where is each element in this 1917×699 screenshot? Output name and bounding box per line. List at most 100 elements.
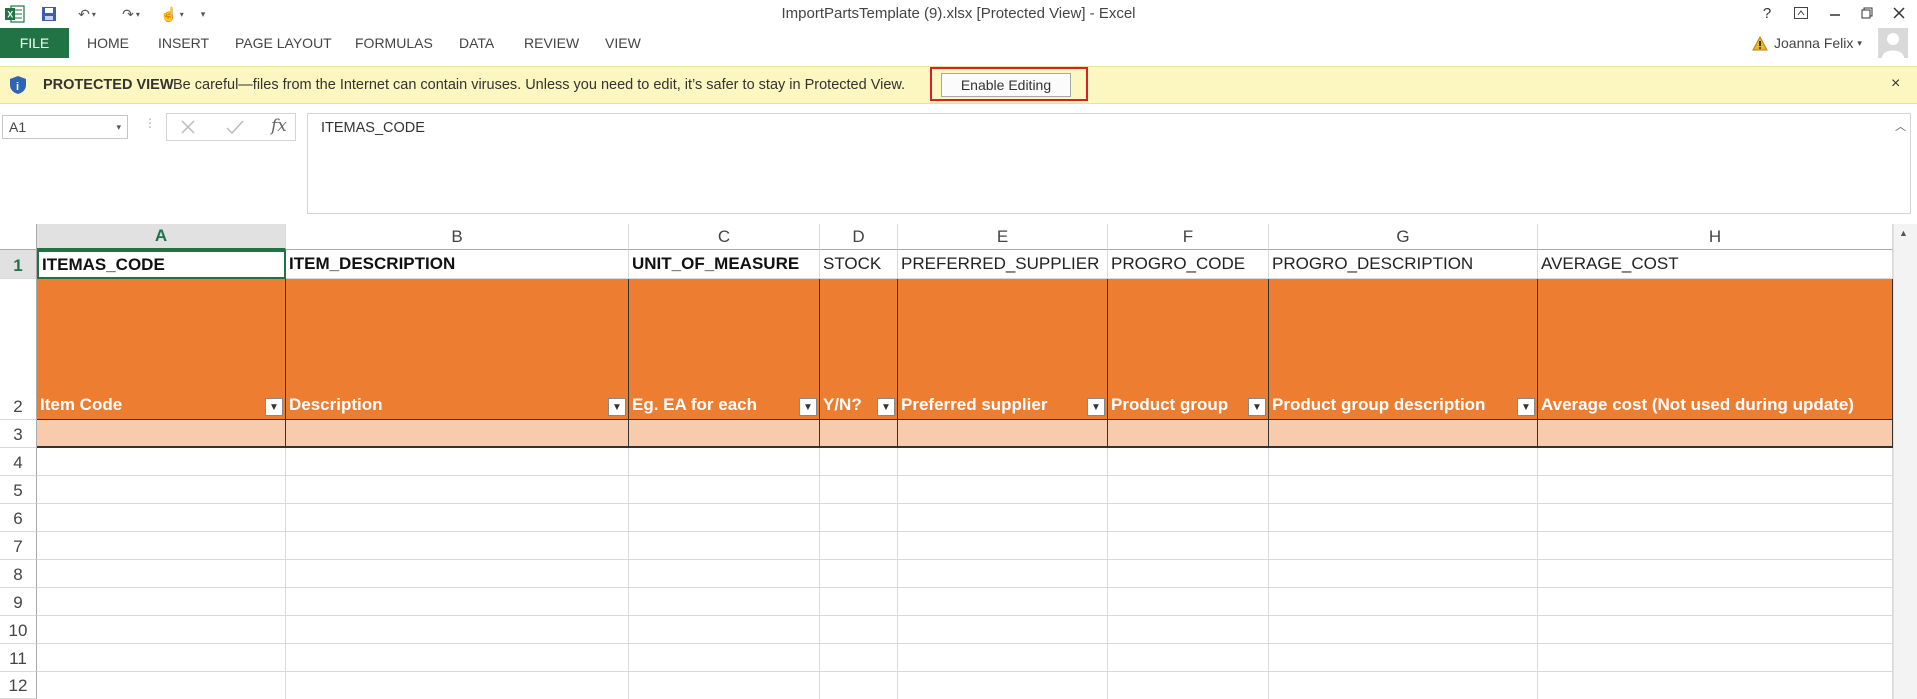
tab-home[interactable]: HOME — [87, 28, 129, 58]
empty-cells-area[interactable] — [37, 448, 1893, 699]
cell-a3[interactable] — [37, 420, 286, 448]
column-header-c[interactable]: C — [629, 224, 820, 250]
tab-page-layout[interactable]: PAGE LAYOUT — [235, 28, 332, 58]
row-header[interactable]: 3 — [0, 420, 37, 448]
cell-b2[interactable]: Description ▼ — [286, 279, 629, 420]
cell-e2[interactable]: Preferred supplier ▼ — [898, 279, 1108, 420]
row-header[interactable]: 12 — [0, 672, 37, 699]
worksheet-grid[interactable]: A B C D E F G H 1 2 3 4 5 6 7 8 9 10 11 … — [0, 224, 1917, 699]
cell-label: Preferred supplier — [901, 395, 1048, 414]
scroll-up-icon[interactable]: ▲ — [1899, 228, 1908, 238]
row-header[interactable]: 5 — [0, 476, 37, 504]
filter-dropdown-icon[interactable]: ▼ — [877, 398, 895, 416]
cell-label: Y/N? — [823, 395, 862, 414]
cell-a1[interactable]: ITEMAS_CODE — [37, 250, 286, 279]
row-header[interactable]: 4 — [0, 448, 37, 476]
cell-g3[interactable] — [1269, 420, 1538, 448]
cell-h1[interactable]: AVERAGE_COST — [1538, 250, 1893, 279]
row-header[interactable]: 8 — [0, 560, 37, 588]
cell-g2[interactable]: Product group description ▼ — [1269, 279, 1538, 420]
cell-e1[interactable]: PREFERRED_SUPPLIER — [898, 250, 1108, 279]
svg-text:i: i — [16, 81, 19, 93]
cell-label: Product group description — [1272, 395, 1486, 414]
cell-a2[interactable]: Item Code ▼ — [37, 279, 286, 420]
row-header[interactable]: 1 — [0, 250, 37, 279]
chevron-down-icon: ▾ — [1857, 37, 1862, 48]
window-title: ImportPartsTemplate (9).xlsx [Protected … — [781, 5, 1136, 22]
column-header-a[interactable]: A — [37, 224, 286, 250]
vertical-scrollbar[interactable]: ▲ — [1893, 224, 1917, 699]
cell-d1[interactable]: STOCK — [820, 250, 898, 279]
column-header-f[interactable]: F — [1108, 224, 1269, 250]
cell-b1[interactable]: ITEM_DESCRIPTION — [286, 250, 629, 279]
cell-c3[interactable] — [629, 420, 820, 448]
tab-view[interactable]: VIEW — [605, 28, 641, 58]
user-name: Joanna Felix — [1774, 35, 1854, 51]
column-header-g[interactable]: G — [1269, 224, 1538, 250]
select-all-corner[interactable] — [0, 224, 37, 250]
column-header-d[interactable]: D — [820, 224, 898, 250]
ribbon-display-options-icon[interactable] — [1788, 2, 1814, 24]
cell-d3[interactable] — [820, 420, 898, 448]
insert-function-icon[interactable]: fx — [271, 116, 287, 136]
cell-f1[interactable]: PROGRO_CODE — [1108, 250, 1269, 279]
formula-content: ITEMAS_CODE — [321, 120, 425, 136]
cell-b3[interactable] — [286, 420, 629, 448]
cell-d2[interactable]: Y/N? ▼ — [820, 279, 898, 420]
name-box[interactable]: A1 ▾ — [2, 115, 128, 139]
cell-h2[interactable]: Average cost (Not used during update) — [1538, 279, 1893, 420]
help-button[interactable]: ? — [1754, 2, 1780, 24]
avatar[interactable] — [1878, 28, 1908, 58]
chevron-down-icon[interactable]: ▾ — [116, 116, 121, 138]
row-header[interactable]: 11 — [0, 644, 37, 672]
protected-view-message: Be careful—files from the Internet can c… — [173, 77, 906, 93]
cell-label: Description — [289, 395, 383, 414]
column-header-h[interactable]: H — [1538, 224, 1893, 250]
cell-label: Eg. EA for each — [632, 395, 758, 414]
enter-check-icon[interactable] — [225, 118, 245, 139]
cell-c2[interactable]: Eg. EA for each ▼ — [629, 279, 820, 420]
cell-label: Item Code — [40, 395, 123, 414]
tab-review[interactable]: REVIEW — [524, 28, 579, 58]
shield-icon: i — [8, 75, 28, 98]
tab-file[interactable]: FILE — [0, 28, 69, 58]
warning-icon — [1752, 28, 1768, 58]
cell-c1[interactable]: UNIT_OF_MEASURE — [629, 250, 820, 279]
protected-view-heading: PROTECTED VIEW — [43, 77, 174, 93]
row-header[interactable]: 7 — [0, 532, 37, 560]
cancel-icon[interactable] — [179, 118, 197, 139]
restore-icon[interactable] — [1854, 2, 1880, 24]
column-header-b[interactable]: B — [286, 224, 629, 250]
enable-editing-button[interactable]: Enable Editing — [941, 73, 1071, 97]
filter-dropdown-icon[interactable]: ▼ — [799, 398, 817, 416]
row-header[interactable]: 9 — [0, 588, 37, 616]
ribbon-tabs: FILE HOME INSERT PAGE LAYOUT FORMULAS DA… — [0, 28, 1917, 66]
row-header[interactable]: 6 — [0, 504, 37, 532]
row-header[interactable]: 2 — [0, 279, 37, 420]
column-header-e[interactable]: E — [898, 224, 1108, 250]
title-bar: X ↶ ▾ ↷ ▾ ☝ ▾ ▾ ImportPartsTemplate (9).xls… — [0, 0, 1917, 28]
filter-dropdown-icon[interactable]: ▼ — [608, 398, 626, 416]
cell-f3[interactable] — [1108, 420, 1269, 448]
tab-insert[interactable]: INSERT — [158, 28, 209, 58]
close-icon[interactable]: × — [1891, 75, 1900, 93]
cell-f2[interactable]: Product group ▼ — [1108, 279, 1269, 420]
row-header[interactable]: 10 — [0, 616, 37, 644]
formula-input[interactable]: ITEMAS_CODE ︿ — [307, 113, 1911, 214]
minimize-icon[interactable] — [1822, 2, 1848, 24]
tab-formulas[interactable]: FORMULAS — [355, 28, 433, 58]
cell-h3[interactable] — [1538, 420, 1893, 448]
user-account[interactable]: Joanna Felix ▾ — [1774, 28, 1862, 58]
formula-tools: fx — [166, 113, 296, 141]
tab-data[interactable]: DATA — [459, 28, 494, 58]
filter-dropdown-icon[interactable]: ▼ — [1517, 398, 1535, 416]
cell-g1[interactable]: PROGRO_DESCRIPTION — [1269, 250, 1538, 279]
filter-dropdown-icon[interactable]: ▼ — [265, 398, 283, 416]
cell-label: Product group — [1111, 395, 1229, 414]
collapse-formula-bar-icon[interactable]: ︿ — [1895, 118, 1906, 134]
name-box-value: A1 — [9, 119, 27, 135]
filter-dropdown-icon[interactable]: ▼ — [1087, 398, 1105, 416]
close-window-icon[interactable] — [1886, 2, 1912, 24]
filter-dropdown-icon[interactable]: ▼ — [1248, 398, 1266, 416]
cell-e3[interactable] — [898, 420, 1108, 448]
